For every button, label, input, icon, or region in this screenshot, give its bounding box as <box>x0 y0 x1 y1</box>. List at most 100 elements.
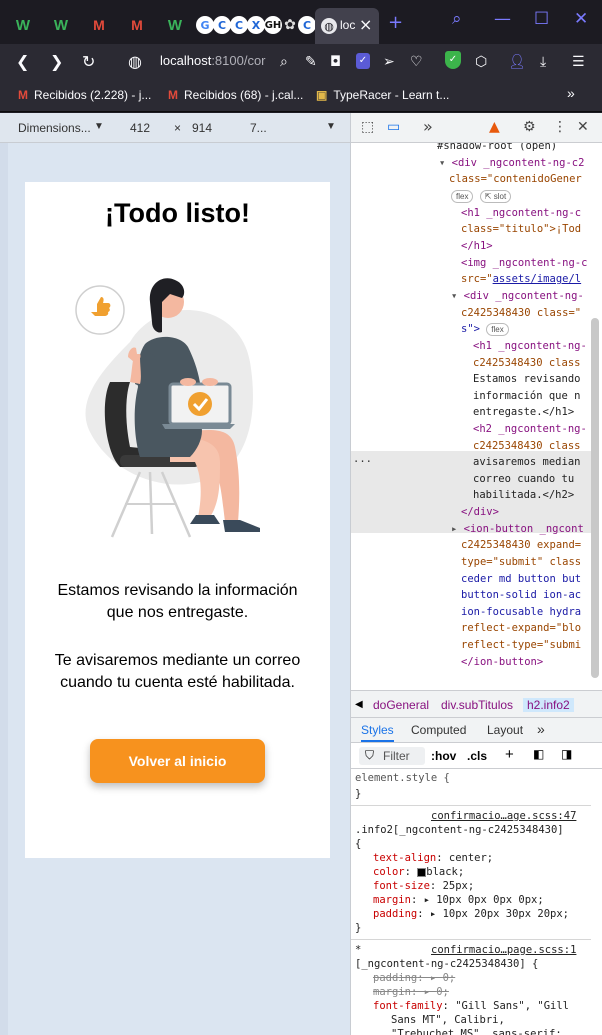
viewport-width[interactable]: 412 <box>130 121 150 135</box>
sidebar-toggle-icon[interactable]: ◨ <box>561 747 572 761</box>
close-window-icon[interactable]: ✕ <box>574 9 588 29</box>
tab-computed[interactable]: Computed <box>411 723 466 737</box>
back-icon[interactable]: ❮ <box>16 52 29 72</box>
dom-line[interactable]: correo cuando tu <box>473 471 574 488</box>
settings-gear-icon[interactable]: ⚙ <box>523 119 536 135</box>
close-tab-icon[interactable]: × <box>359 15 372 34</box>
warning-icon[interactable]: ▲ <box>489 119 500 135</box>
dom-line[interactable]: ▾ <div _ngcontent-ng- <box>451 288 584 305</box>
menu-icon[interactable]: ☰ <box>572 52 585 72</box>
breadcrumb-item[interactable]: div.subTitulos <box>441 698 513 712</box>
inspect-element-icon[interactable]: ⬚ <box>361 119 374 135</box>
dom-line[interactable]: entregaste.</h1> <box>473 404 574 421</box>
css-declaration[interactable]: margin: ▸ 0; <box>373 985 449 999</box>
hov-toggle[interactable]: :hov <box>431 749 456 763</box>
tab-favicon-x[interactable]: X <box>247 16 265 34</box>
viewport-height[interactable]: 914 <box>192 121 212 135</box>
dom-line[interactable]: </h1> <box>461 238 493 255</box>
chevron-down-icon[interactable]: ▼ <box>326 121 336 132</box>
add-rule-icon[interactable]: + <box>505 746 514 763</box>
paint-icon[interactable]: ◧ <box>533 747 544 761</box>
tab-favicon-google[interactable]: G <box>196 16 214 34</box>
breadcrumb-item[interactable]: doGeneral <box>373 698 429 712</box>
tab-favicon-github[interactable]: GH <box>264 16 282 34</box>
zoom-select[interactable]: 7... <box>250 121 267 135</box>
dom-line[interactable]: button-solid ion-ac <box>461 587 581 604</box>
new-tab-button[interactable]: + <box>388 12 403 33</box>
url-text[interactable]: localhost:8100/cor <box>160 53 266 68</box>
more-tabs-icon[interactable]: » <box>537 721 545 737</box>
dom-line[interactable]: #shadow-root (open) <box>437 143 557 155</box>
dom-line[interactable]: c2425348430 class <box>473 438 580 455</box>
dom-line[interactable]: class="contenidoGener <box>449 171 582 188</box>
dom-line[interactable]: c2425348430 expand= <box>461 537 581 554</box>
chevron-down-icon[interactable]: ▼ <box>94 121 104 132</box>
tab-favicon-openai[interactable]: ✿ <box>281 16 299 34</box>
flex-badge[interactable]: flex <box>451 189 474 203</box>
asset-link[interactable]: assets/image/l <box>493 273 582 285</box>
elements-scrollbar[interactable] <box>591 318 599 678</box>
slot-badge[interactable]: ⇱ slot <box>479 189 512 203</box>
search-tabs-icon[interactable]: ⌕ <box>452 9 462 29</box>
more-tabs-icon[interactable]: » <box>423 117 433 136</box>
dom-line[interactable]: reflect-type="submi <box>461 637 581 654</box>
active-tab[interactable]: ◍ loc × <box>315 8 379 44</box>
bookmark-item[interactable]: M Recibidos (68) - j.cal... <box>168 88 303 102</box>
tab-favicon-gmail[interactable]: M <box>128 16 146 34</box>
chevron-left-icon[interactable]: ◀ <box>355 699 363 710</box>
more-bookmarks-icon[interactable]: » <box>567 85 575 101</box>
dom-line[interactable]: </div> <box>461 504 499 521</box>
rule-selector[interactable]: [_ngcontent-ng-c2425348430] { <box>355 957 538 971</box>
dom-line[interactable]: avisaremos median <box>473 454 580 471</box>
dom-line[interactable]: src="assets/image/l <box>461 271 581 288</box>
maximize-icon[interactable]: ☐ <box>534 9 549 29</box>
dom-line[interactable]: información que n <box>473 388 580 405</box>
back-to-home-button[interactable]: Volver al inicio <box>90 739 265 783</box>
screenshot-icon[interactable]: ◘ <box>330 52 341 72</box>
rule-selector[interactable]: .info2[_ngcontent-ng-c2425348430] <box>355 823 564 837</box>
dom-line[interactable]: ▾ <div _ngcontent-ng-c2 <box>439 155 584 172</box>
account-icon[interactable]: 👤︎ <box>508 52 526 72</box>
download-icon[interactable]: ⤓ <box>540 52 546 72</box>
breadcrumb-item-active[interactable]: h2.info2 <box>523 698 574 712</box>
adblock-icon[interactable]: ✓ <box>445 51 461 69</box>
node-ellipsis[interactable]: ... <box>353 451 372 468</box>
bookmark-item[interactable]: M Recibidos (2.228) - j... <box>18 88 151 102</box>
reload-icon[interactable]: ↻ <box>82 52 95 72</box>
source-link[interactable]: confirmacio…page.scss:1 <box>431 943 576 957</box>
dom-line[interactable]: Estamos revisando <box>473 371 580 388</box>
dom-line[interactable]: </ion-button> <box>461 654 543 671</box>
tab-layout[interactable]: Layout <box>487 723 523 737</box>
tab-favicon-gmail[interactable]: M <box>90 16 108 34</box>
color-swatch[interactable] <box>417 867 427 877</box>
dom-line[interactable]: reflect-expand="blo <box>461 620 581 637</box>
dom-line[interactable]: ion-focusable hydra <box>461 604 581 621</box>
dom-line[interactable]: <h2 _ngcontent-ng- <box>473 421 587 438</box>
kebab-menu-icon[interactable]: ⋮ <box>553 119 567 135</box>
forward-icon[interactable]: ❯ <box>50 52 63 72</box>
dom-line[interactable]: c2425348430 class <box>473 355 580 372</box>
source-link[interactable]: confirmacio…age.scss:47 <box>431 809 576 823</box>
dom-line[interactable]: ▸ <ion-button _ngcont <box>451 521 584 538</box>
close-devtools-icon[interactable]: ✕ <box>577 119 589 135</box>
shield-icon[interactable]: ✓ <box>356 53 370 69</box>
zoom-search-icon[interactable]: ⌕ <box>280 52 288 72</box>
tab-favicon-c[interactable]: C <box>298 16 316 34</box>
dom-line[interactable]: c2425348430 class=" <box>461 305 581 322</box>
dom-line[interactable]: ceder md button but <box>461 571 581 588</box>
extensions-icon[interactable]: ⬡ <box>475 52 487 72</box>
css-declaration[interactable]: color: black; <box>373 865 464 879</box>
dom-line[interactable]: s"> flex <box>461 321 509 338</box>
edit-icon[interactable]: ✎ <box>305 52 317 72</box>
dom-line[interactable]: <h1 _ngcontent-ng-c <box>461 205 581 222</box>
css-declaration[interactable]: padding: ▸ 0; <box>373 971 455 985</box>
tab-favicon-c[interactable]: C <box>213 16 231 34</box>
css-declaration[interactable]: font-family: "Gill Sans", "Gill <box>373 999 569 1013</box>
tab-favicon-w[interactable]: W <box>52 16 70 34</box>
minimize-icon[interactable]: — <box>494 9 511 29</box>
device-toggle-icon[interactable]: ▭ <box>387 119 400 135</box>
heart-icon[interactable]: ♡ <box>410 52 423 72</box>
css-declaration[interactable]: font-size: 25px; <box>373 879 474 893</box>
dom-line[interactable]: <h1 _ngcontent-ng- <box>473 338 587 355</box>
dom-line[interactable]: habilitada.</h2> <box>473 487 574 504</box>
